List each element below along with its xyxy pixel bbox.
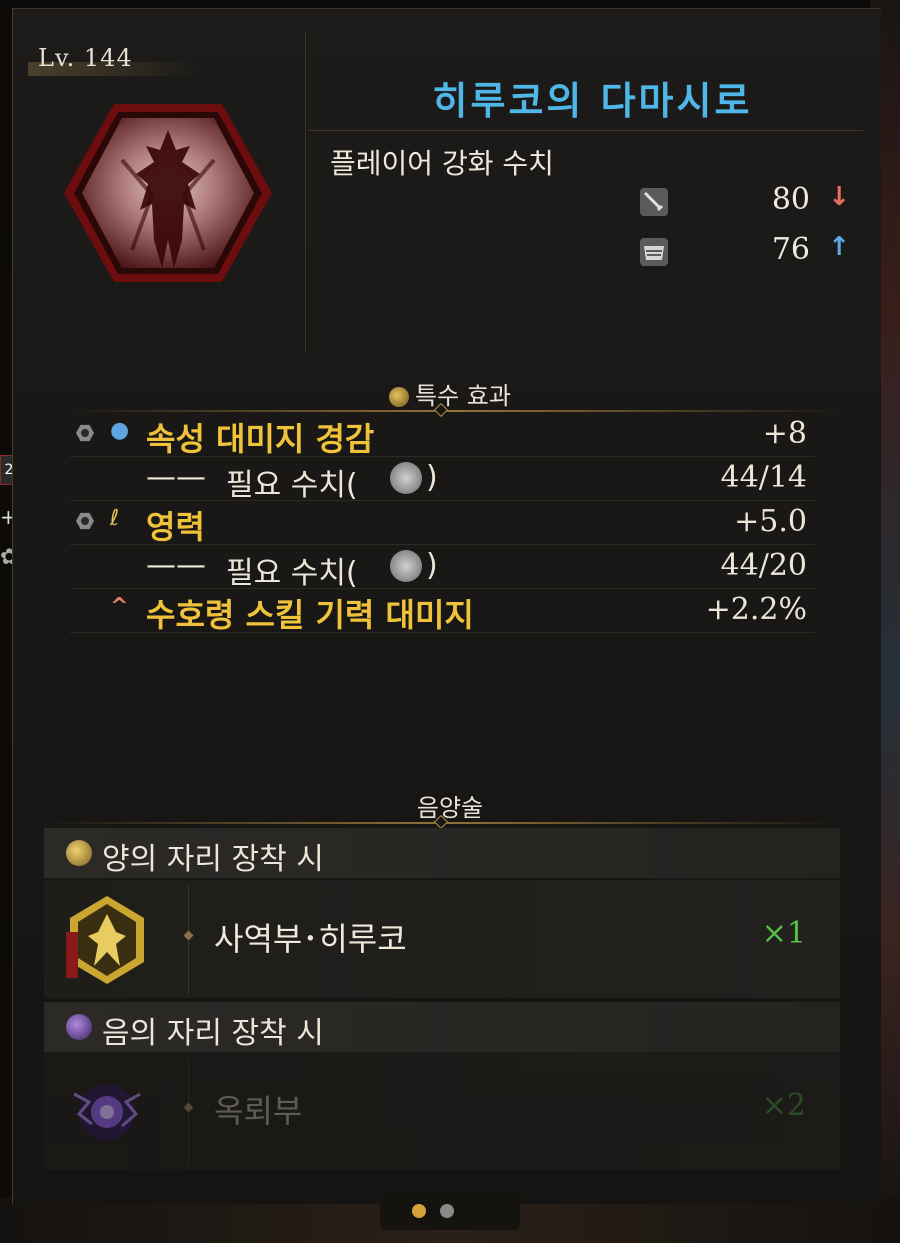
stat-attack-value: 80 <box>771 182 810 217</box>
requirement-suffix: ) <box>426 460 438 495</box>
spirit-wisp-icon: ℓ <box>110 506 120 531</box>
yin-item-count: ×2 <box>761 1088 806 1123</box>
effect-value: +8 <box>762 416 807 451</box>
requirement-dash: —— <box>146 548 206 583</box>
item-title: 히루코의 다마시로 <box>432 79 753 123</box>
talisman-hiruko-icon <box>66 896 144 984</box>
requirement-suffix: ) <box>426 548 438 583</box>
effect-value: +5.0 <box>734 504 807 539</box>
stat-attack: 80 ↓ <box>630 182 860 222</box>
requirement-label: 필요 수치( <box>226 556 358 591</box>
effect-row: ^ 수호령 스킬 기력 대미지 +2.2% <box>70 588 815 634</box>
page-dot[interactable] <box>440 1204 454 1218</box>
talisman-stone-icon <box>390 550 422 582</box>
subtitle: 플레이어 강화 수치 <box>330 147 554 180</box>
item-divider-dot <box>183 930 194 941</box>
header-divider <box>305 32 306 352</box>
title-rule <box>308 130 863 131</box>
requirement-row: —— 필요 수치( ) 44/14 <box>70 456 815 503</box>
sword-icon <box>640 188 668 216</box>
item-divider-dot <box>183 1102 194 1113</box>
requirement-value: 44/20 <box>720 548 807 583</box>
requirement-value: 44/14 <box>720 460 807 495</box>
stat-defense-value: 76 <box>771 232 810 267</box>
yin-item-row[interactable]: 옥뢰부 ×2 <box>44 1052 840 1170</box>
yin-icon <box>66 1014 92 1040</box>
spirit-portrait <box>62 100 274 286</box>
requirement-label: 필요 수치( <box>226 468 358 503</box>
water-drop-icon: ● <box>110 418 130 443</box>
yin-slot-label: 음의 자리 장착 시 <box>102 1016 324 1051</box>
special-effects-heading: 특수 효과 <box>0 376 900 411</box>
yin-item-name: 옥뢰부 <box>214 1092 303 1130</box>
stat-defense: 76 ↑ <box>630 232 860 272</box>
armor-icon <box>640 238 668 266</box>
effect-label: 영력 <box>146 508 205 546</box>
gem-icon <box>76 512 94 530</box>
effect-row: ℓ 영력 +5.0 <box>70 500 815 546</box>
yang-slot-label: 양의 자리 장착 시 <box>102 842 324 877</box>
yinyang-icon <box>389 387 410 407</box>
yang-item-count: ×1 <box>761 916 806 951</box>
yin-slot-header: 음의 자리 장착 시 <box>44 1002 840 1052</box>
down-arrow-icon: ↓ <box>828 182 850 212</box>
yang-item-row[interactable]: 사역부･히루코 ×1 <box>44 880 840 998</box>
onmyo-heading: 음양술 <box>416 794 484 822</box>
requirement-row: —— 필요 수치( ) 44/20 <box>70 544 815 591</box>
spirit-portrait-icon <box>64 104 272 282</box>
yang-item-name: 사역부･히루코 <box>214 920 407 958</box>
special-effects-title: 특수 효과 <box>415 382 511 410</box>
item-level: Lv. 144 <box>38 44 133 72</box>
page-dot-active[interactable] <box>412 1204 426 1218</box>
chevron-up-icon: ^ <box>110 594 129 619</box>
effect-row: ● 속성 대미지 경감 +8 <box>70 412 815 458</box>
effect-label: 속성 대미지 경감 <box>146 420 375 458</box>
talisman-stone-icon <box>390 462 422 494</box>
yang-slot-header: 양의 자리 장착 시 <box>44 828 840 878</box>
up-arrow-icon: ↑ <box>828 232 850 262</box>
talisman-okroebu-icon <box>73 1084 141 1140</box>
requirement-dash: —— <box>146 460 206 495</box>
pagination <box>380 1192 520 1230</box>
yang-icon <box>66 840 92 866</box>
effect-value: +2.2% <box>705 592 807 627</box>
gem-icon <box>76 424 94 442</box>
effect-label: 수호령 스킬 기력 대미지 <box>146 596 474 634</box>
